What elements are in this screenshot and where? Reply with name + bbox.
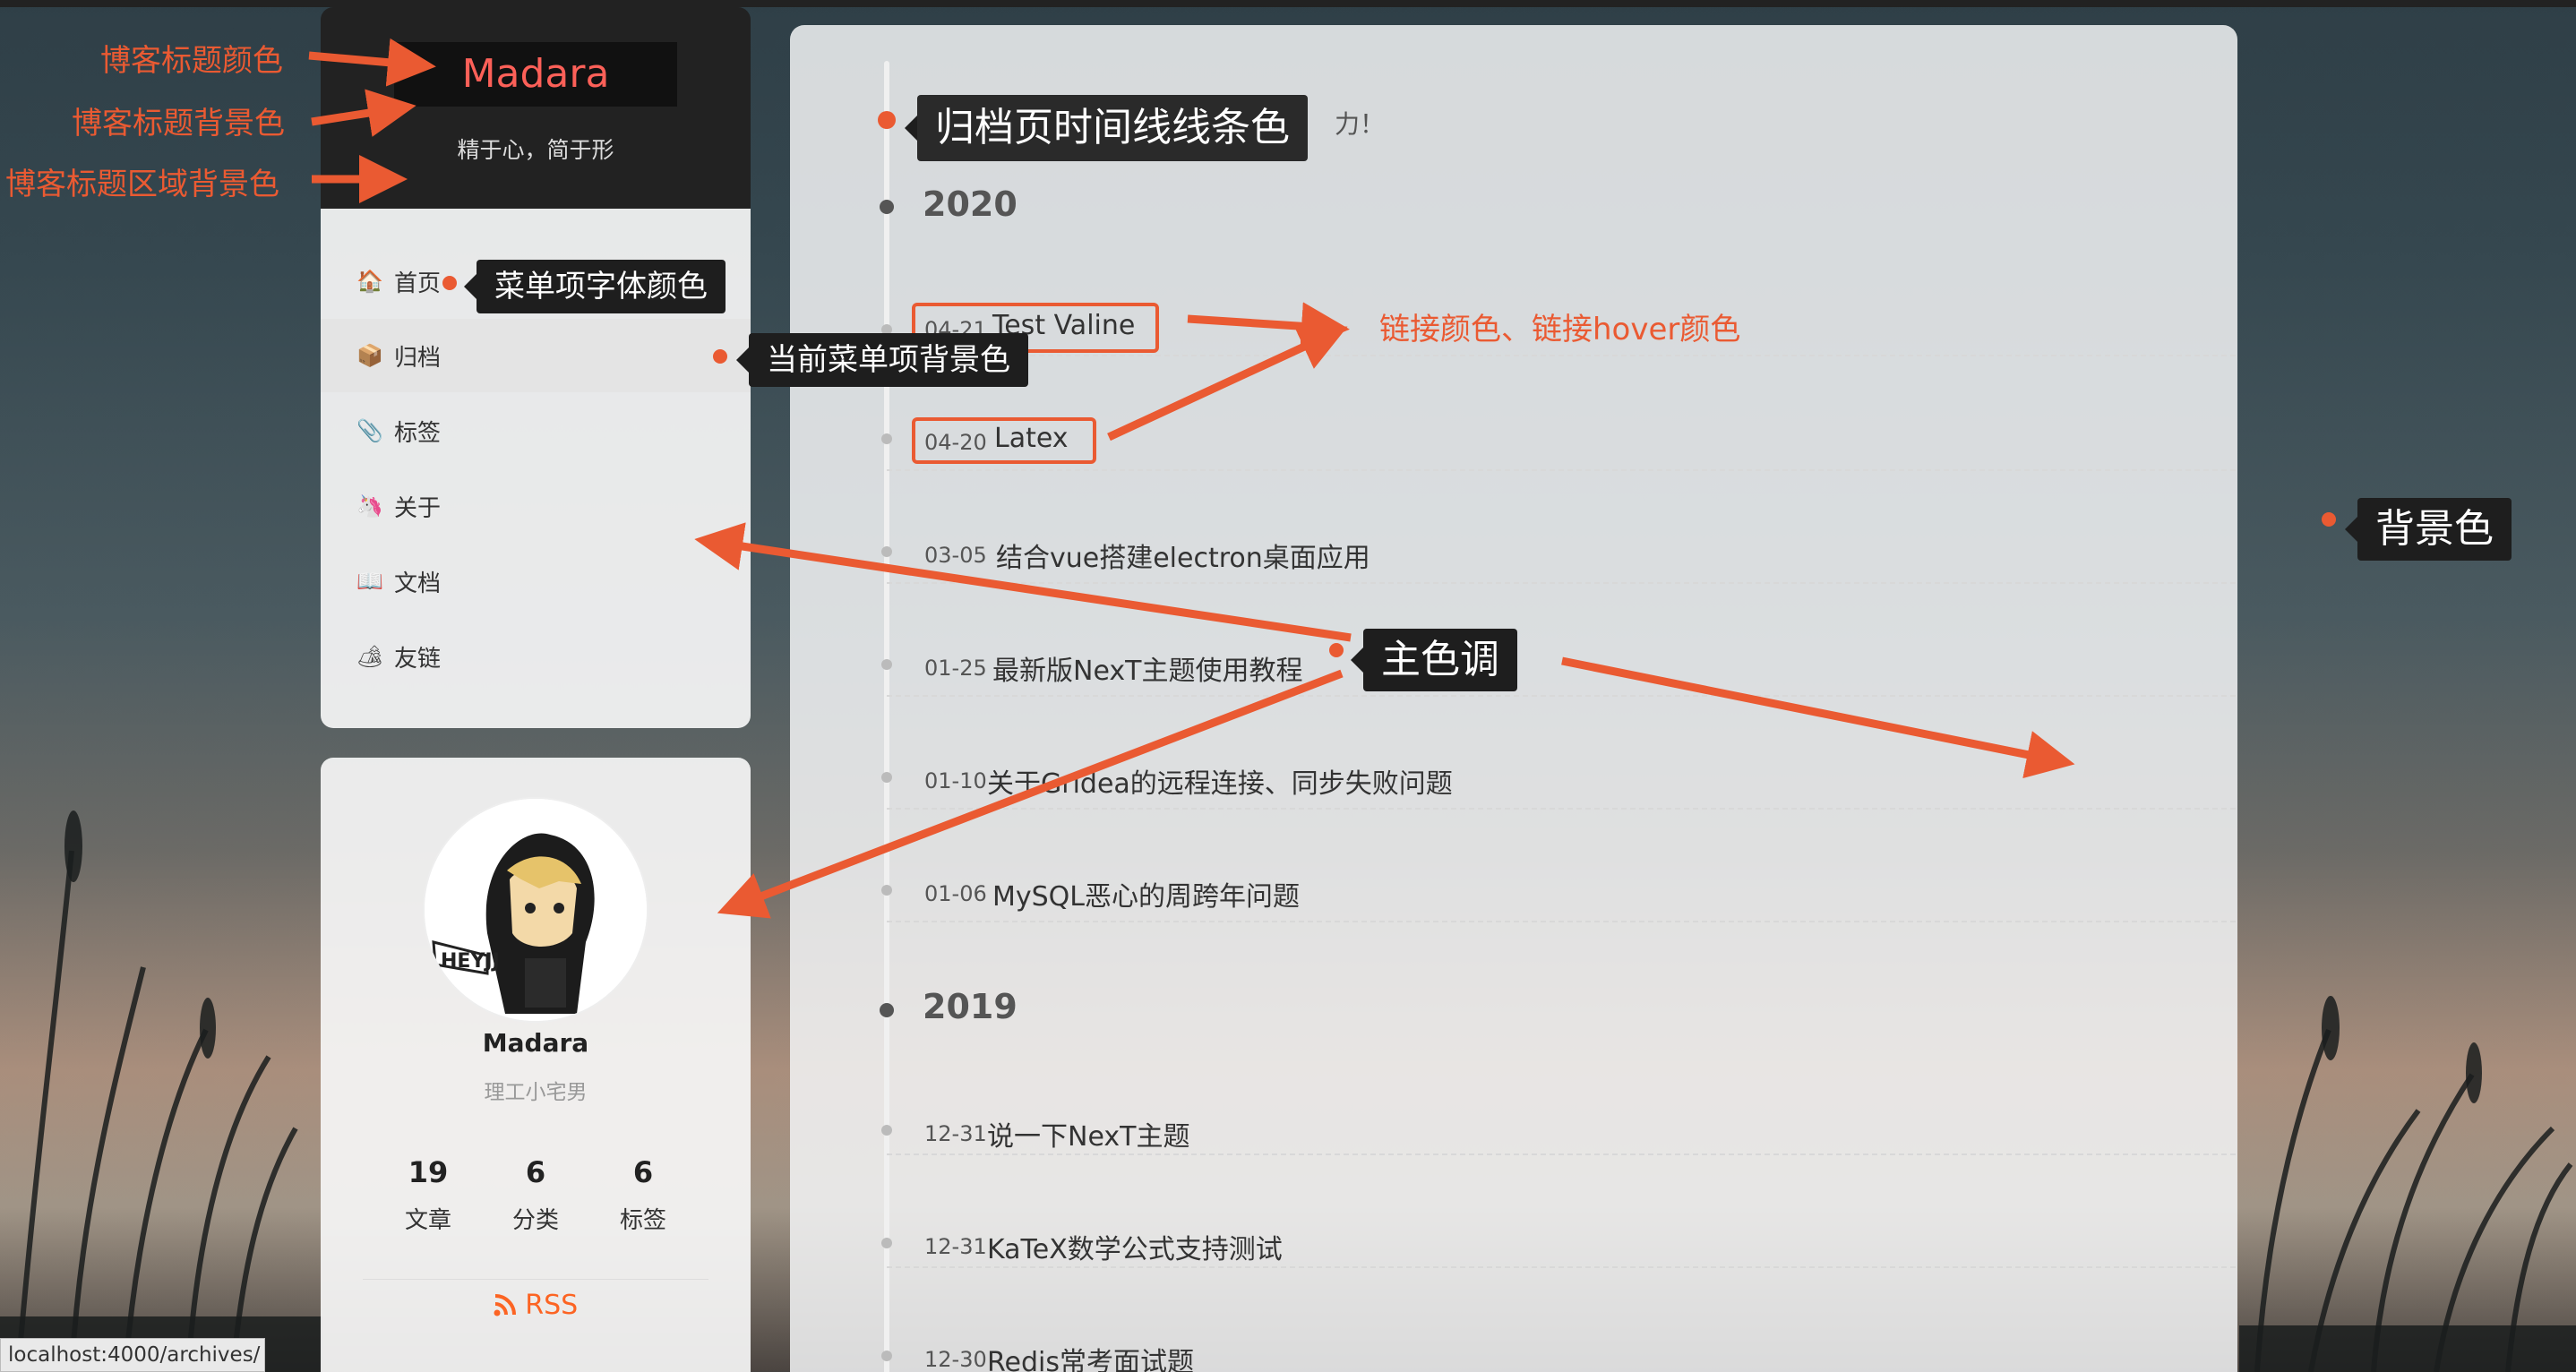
post-title[interactable]: Redis常考面试题 (987, 1340, 1194, 1372)
post-date: 01-06 (924, 881, 987, 906)
menu-item-label: 文档 (394, 570, 442, 597)
rss-label: RSS (525, 1290, 579, 1321)
archive-post[interactable]: 03-05 结合vue搭建electron桌面应用 (881, 471, 2236, 584)
post-dot (881, 546, 892, 557)
archive-post[interactable]: 01-25 最新版NexT主题使用教程 (881, 584, 2236, 697)
post-title[interactable]: 结合vue搭建electron桌面应用 (996, 536, 1370, 575)
menu-item-links[interactable]: 🏕 友链 (321, 620, 751, 693)
annotation-background: 背景色 (2345, 498, 2512, 561)
paperclip-icon: 📎 (356, 418, 383, 443)
year-dot (880, 1003, 894, 1017)
site-brand[interactable]: Madara (394, 42, 677, 107)
author-name: Madara (482, 1028, 589, 1058)
annotation-title-bg: 博客标题背景色 (72, 106, 285, 141)
book-icon: 📖 (356, 569, 383, 594)
svg-text:HEYJJ: HEYJJ (441, 950, 500, 973)
post-dot (881, 885, 892, 896)
menu-item-label: 关于 (394, 494, 442, 522)
archive-post[interactable]: 12-31 KaTeX数学公式支持测试 (881, 1155, 2236, 1268)
post-dot (881, 1351, 892, 1361)
post-title[interactable]: KaTeX数学公式支持测试 (987, 1227, 1283, 1266)
year-heading: 2019 (923, 987, 1018, 1026)
post-dot (881, 1238, 892, 1248)
stat-label: 标签 (619, 1207, 666, 1234)
annotation-marker (2322, 512, 2336, 527)
stat-label: 分类 (511, 1207, 559, 1234)
post-date: 01-10 (924, 768, 987, 793)
camping-icon: 🏕 (356, 644, 384, 669)
stat-value: 19 (408, 1155, 449, 1189)
menu-item-archives[interactable]: 📦 归档 (321, 319, 751, 392)
rss-icon (494, 1290, 526, 1321)
menu-item-label: 归档 (394, 344, 442, 372)
author-description: 理工小宅男 (484, 1081, 588, 1104)
post-dot (881, 1125, 892, 1136)
post-date: 03-05 (924, 543, 987, 568)
annotation-marker (442, 276, 457, 290)
post-title[interactable]: 说一下NexT主题 (987, 1114, 1189, 1153)
post-dot (881, 772, 892, 783)
stat-categories[interactable]: 6 分类 (482, 1155, 589, 1235)
rss-link[interactable]: RSS (321, 1290, 751, 1321)
menu-item-tags[interactable]: 📎 标签 (321, 394, 751, 467)
annotation-timeline-color: 归档页时间线线条色 (905, 95, 1308, 161)
divider (363, 1279, 708, 1280)
menu-item-label: 标签 (394, 419, 442, 447)
menu-item-about[interactable]: 🦄 关于 (321, 469, 751, 543)
annotation-marker (1329, 643, 1344, 657)
menu-item-docs[interactable]: 📖 文档 (321, 545, 751, 618)
post-date: 12-31 (924, 1234, 987, 1259)
avatar: HEYJJ (423, 797, 648, 1023)
post-dot (881, 433, 892, 444)
archive-post[interactable]: 01-06 MySQL恶心的周跨年问题 (881, 810, 2236, 922)
site-header (321, 7, 751, 209)
stat-value: 6 (525, 1155, 546, 1189)
house-icon: 🏠 (356, 269, 383, 294)
archive-post[interactable]: 12-30 Redis常考面试题 (881, 1268, 2236, 1372)
site-subtitle: 精于心，简于形 (457, 137, 614, 163)
annotation-marker (713, 349, 727, 364)
avatar-illustration: HEYJJ (425, 799, 647, 1021)
annotation-main-tone: 主色调 (1351, 629, 1517, 691)
archive-intro: 力！ (1335, 109, 1386, 139)
stat-tags[interactable]: 6 标签 (589, 1155, 697, 1235)
menu-item-label: 首页 (394, 270, 442, 297)
stat-posts[interactable]: 19 文章 (374, 1155, 482, 1235)
year-dot (880, 200, 894, 214)
post-dot (881, 659, 892, 670)
annotation-title-area-bg: 博客标题区域背景色 (5, 167, 279, 202)
post-date: 12-31 (924, 1121, 987, 1146)
browser-status-bar: localhost:4000/archives/ (0, 1338, 265, 1372)
annotation-link-color: 链接颜色、链接hover颜色 (1379, 312, 1741, 347)
menu-item-label: 友链 (394, 645, 442, 673)
archive-post[interactable]: 12-31 说一下NexT主题 (881, 1042, 2236, 1155)
post-title[interactable]: 关于Gridea的远程连接、同步失败问题 (987, 761, 1453, 801)
post-date: 01-25 (924, 656, 987, 681)
annotation-title-color: 博客标题颜色 (100, 43, 283, 79)
stat-value: 6 (632, 1155, 654, 1189)
annotation-current-menu-bg: 当前菜单项背景色 (736, 333, 1028, 387)
post-date: 12-30 (924, 1347, 987, 1372)
unicorn-icon: 🦄 (356, 493, 383, 519)
year-heading: 2020 (923, 184, 1018, 224)
post-title[interactable]: 最新版NexT主题使用教程 (992, 648, 1302, 688)
annotation-menu-font-color: 菜单项字体颜色 (464, 260, 726, 313)
post-title[interactable]: MySQL恶心的周跨年问题 (992, 874, 1300, 913)
archive-post[interactable]: 01-10 关于Gridea的远程连接、同步失败问题 (881, 697, 2236, 810)
timeline-start-dot (878, 111, 896, 129)
stat-label: 文章 (404, 1207, 451, 1234)
highlight-box (912, 417, 1096, 464)
package-icon: 📦 (356, 343, 383, 368)
